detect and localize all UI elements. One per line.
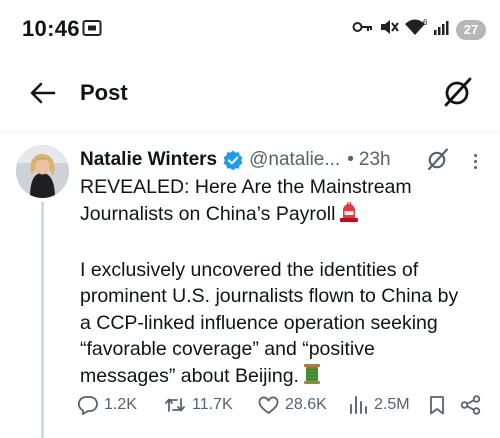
repost-icon bbox=[164, 395, 186, 415]
tweet-text-line: REVEALED: Here Are the Mainstream bbox=[80, 176, 412, 198]
grok-button[interactable] bbox=[438, 74, 478, 114]
signal-icon bbox=[433, 19, 451, 40]
tweet-text-line: messages” about Beijing. bbox=[80, 364, 299, 387]
avatar[interactable] bbox=[16, 145, 69, 198]
rotating-light-emoji bbox=[338, 201, 360, 231]
more-options-button[interactable] bbox=[463, 148, 487, 174]
more-dot bbox=[473, 153, 477, 157]
tweet-text-line: prominent U.S. journalists flown to Chin… bbox=[80, 285, 459, 307]
tweet-text-line: I exclusively uncovered the identities o… bbox=[80, 258, 419, 281]
key-icon bbox=[352, 20, 374, 39]
back-button[interactable] bbox=[26, 78, 60, 112]
status-time: 10:46 bbox=[22, 16, 80, 41]
thread-spool-emoji bbox=[302, 363, 322, 393]
status-icons: 6 27 bbox=[352, 18, 486, 41]
share-icon bbox=[460, 395, 482, 415]
grok-icon bbox=[442, 76, 474, 113]
tweet-text: REVEALED: Here Are the Mainstream Journa… bbox=[80, 174, 490, 392]
reply-icon bbox=[78, 395, 98, 415]
post-time[interactable]: 23h bbox=[359, 149, 391, 171]
status-bar: 10:46 6 27 bbox=[0, 0, 500, 60]
like-count: 28.6K bbox=[285, 396, 327, 413]
more-dot bbox=[473, 165, 477, 169]
battery-level: 27 bbox=[463, 21, 479, 37]
analytics-icon bbox=[348, 395, 368, 415]
battery-icon: 27 bbox=[456, 19, 486, 40]
tweet-text-line-with-emoji: messages” about Beijing. bbox=[80, 363, 490, 393]
page-title: Post bbox=[80, 80, 128, 105]
bookmark-icon bbox=[428, 395, 446, 415]
heart-icon bbox=[258, 395, 279, 415]
grok-icon bbox=[426, 147, 450, 176]
wifi-icon: 6 bbox=[404, 18, 428, 41]
more-dot bbox=[473, 159, 477, 163]
repost-button[interactable]: 11.7K bbox=[164, 395, 233, 415]
header-divider bbox=[0, 132, 500, 133]
tweet-header: Natalie Winters @natalie... • 23h bbox=[80, 147, 391, 173]
tweet-actions: 1.2K 11.7K 28.6K 2.5M bbox=[78, 392, 498, 422]
share-button[interactable] bbox=[460, 395, 482, 415]
tweet-text-line: Journalists on China’s Payroll bbox=[80, 202, 336, 225]
author-handle[interactable]: @natalie... bbox=[249, 149, 340, 171]
verified-badge-icon bbox=[223, 150, 243, 170]
tweet-text-line: “favorable coverage” and “positive bbox=[80, 338, 375, 360]
tweet-text-line: a CCP-linked influence operation seeking bbox=[80, 311, 438, 334]
like-button[interactable]: 28.6K bbox=[258, 395, 327, 415]
view-count: 2.5M bbox=[374, 396, 410, 413]
mute-icon bbox=[379, 18, 399, 41]
svg-text:6: 6 bbox=[423, 18, 428, 27]
bookmark-button[interactable] bbox=[428, 395, 446, 415]
screen-cast-icon bbox=[82, 19, 102, 42]
reply-button[interactable]: 1.2K bbox=[78, 395, 137, 415]
author-name[interactable]: Natalie Winters bbox=[80, 149, 217, 171]
tweet-text-line-with-emoji: Journalists on China’s Payroll bbox=[80, 201, 490, 231]
reply-count: 1.2K bbox=[104, 396, 137, 413]
post-header: Post bbox=[0, 60, 500, 130]
separator-dot: • bbox=[347, 149, 354, 170]
grok-explain-button[interactable] bbox=[424, 147, 452, 175]
repost-count: 11.7K bbox=[192, 396, 233, 413]
thread-line bbox=[41, 202, 44, 438]
views-button[interactable]: 2.5M bbox=[348, 395, 410, 415]
back-arrow-icon bbox=[30, 82, 56, 109]
